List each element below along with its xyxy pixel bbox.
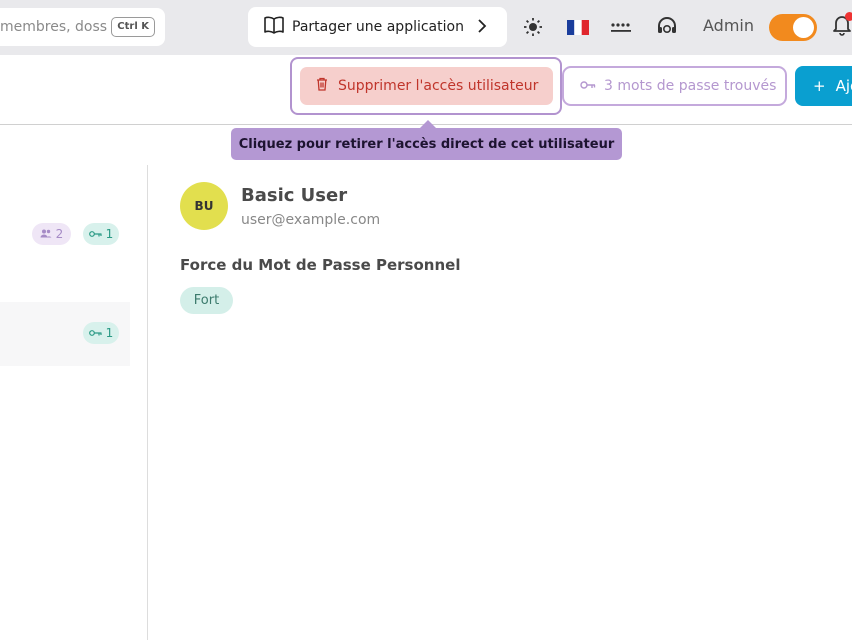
trash-icon <box>316 77 328 95</box>
user-email: user@example.com <box>241 212 381 228</box>
password-strength-title: Force du Mot de Passe Personnel <box>180 256 461 274</box>
search-input[interactable]: membres, doss Ctrl K <box>0 8 165 46</box>
password-strength-badge: Fort <box>180 287 233 314</box>
passwords-found-button[interactable]: 3 mots de passe trouvés <box>562 66 787 106</box>
user-name: Basic User <box>241 185 348 206</box>
panel-divider <box>147 165 148 640</box>
members-count-badge: 2 <box>32 223 71 245</box>
password-dots-icon[interactable] <box>609 16 633 38</box>
keys-count-badge: 1 <box>83 223 119 245</box>
key-icon <box>580 78 596 94</box>
top-bar: membres, doss Ctrl K Partager une applic… <box>0 0 852 55</box>
members-count: 2 <box>55 227 64 241</box>
toggle-knob <box>793 17 814 38</box>
avatar-initials: BU <box>194 199 214 213</box>
password-strength-value: Fort <box>193 293 220 308</box>
sun-icon[interactable] <box>521 16 545 38</box>
search-placeholder: membres, doss <box>0 19 108 35</box>
share-label: Partager une application <box>292 19 464 35</box>
search-shortcut-hint: Ctrl K <box>111 17 155 37</box>
delete-access-label: Supprimer l'accès utilisateur <box>338 78 539 94</box>
tooltip: Cliquez pour retirer l'accès direct de c… <box>231 128 622 160</box>
users-icon <box>40 227 52 241</box>
key-icon <box>88 227 102 241</box>
tooltip-text: Cliquez pour retirer l'accès direct de c… <box>238 136 615 152</box>
plus-icon: + <box>813 77 826 95</box>
add-button[interactable]: + Ajo <box>795 66 852 106</box>
admin-toggle[interactable] <box>769 14 817 41</box>
avatar: BU <box>180 182 228 230</box>
list-item[interactable]: 1 <box>0 302 130 366</box>
chevron-right-icon <box>477 18 487 38</box>
france-flag-icon[interactable] <box>566 16 590 38</box>
notification-badge <box>845 12 852 21</box>
list-item[interactable]: 2 1 <box>0 210 130 258</box>
keys-count: 1 <box>105 227 114 241</box>
share-application-button[interactable]: Partager une application <box>248 7 507 47</box>
support-headset-icon[interactable] <box>655 16 679 38</box>
tooltip-arrow <box>420 120 436 128</box>
keys-count-badge: 1 <box>83 322 119 344</box>
keys-count: 1 <box>105 326 114 340</box>
key-icon <box>88 326 102 340</box>
book-icon <box>264 16 284 38</box>
passwords-found-label: 3 mots de passe trouvés <box>604 78 777 94</box>
admin-label: Admin <box>703 16 754 35</box>
delete-user-access-button[interactable]: Supprimer l'accès utilisateur <box>300 67 553 105</box>
add-label: Ajo <box>835 77 852 95</box>
